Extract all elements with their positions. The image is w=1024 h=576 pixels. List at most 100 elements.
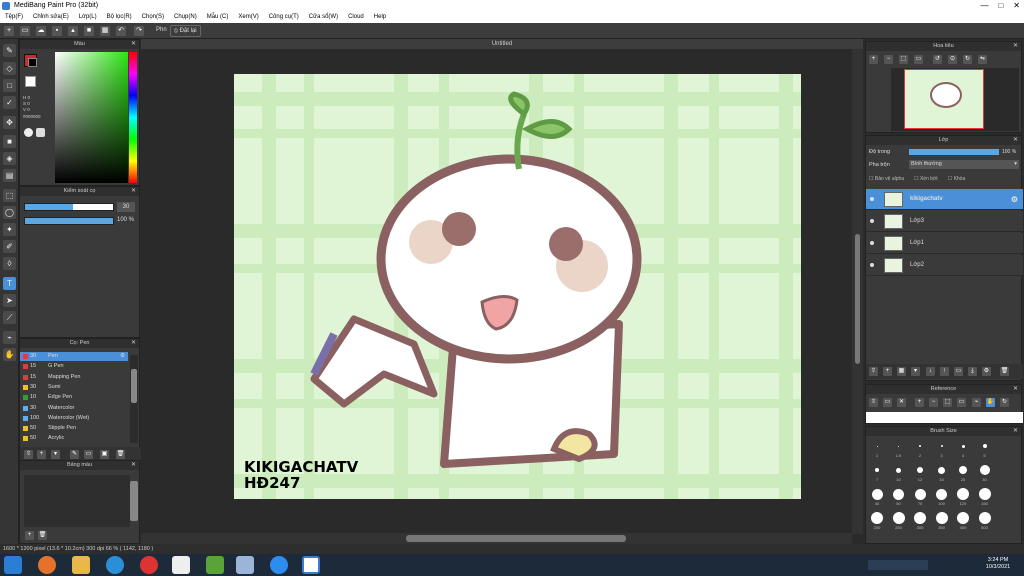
- layer-row[interactable]: Lớp3: [866, 211, 1023, 232]
- redo-icon[interactable]: ↷: [134, 26, 144, 36]
- ref-eyedropper-icon[interactable]: ⌁: [972, 398, 981, 407]
- layer-cloud-icon[interactable]: ⇧: [869, 367, 878, 376]
- ref-zoom-out-icon[interactable]: −: [929, 398, 938, 407]
- alpha-protect-checkbox[interactable]: ☐ Bảo vệ alpha: [869, 176, 904, 182]
- brush-size-dot[interactable]: [919, 445, 921, 447]
- ref-rotate-icon[interactable]: ↻: [1000, 398, 1009, 407]
- undo-icon[interactable]: ↶: [116, 26, 126, 36]
- opera-icon[interactable]: [140, 556, 158, 574]
- ref-cloud-icon[interactable]: ⇧: [869, 398, 878, 407]
- medibang-taskbar-icon[interactable]: [302, 556, 320, 574]
- hue-slider[interactable]: [129, 52, 137, 183]
- brush-size-dot[interactable]: [959, 466, 967, 474]
- clock[interactable]: 3:24 PM 10/3/2021: [978, 557, 1018, 571]
- menu-file[interactable]: Tệp(F): [5, 11, 23, 23]
- brush-cloud-icon[interactable]: ⇧: [24, 450, 33, 459]
- layer-menu-icon[interactable]: ▾: [911, 367, 920, 376]
- brush-opacity-slider[interactable]: [24, 217, 114, 225]
- brush-list-item[interactable]: 30 Sumi: [20, 383, 128, 392]
- menu-view[interactable]: Xem(V): [238, 11, 258, 23]
- divide-tool-icon[interactable]: ⟋: [3, 311, 16, 324]
- rotate-left-icon[interactable]: ↺: [933, 55, 942, 64]
- layer-trash-icon[interactable]: 🗑: [1000, 367, 1009, 376]
- open-icon[interactable]: ▭: [20, 26, 30, 36]
- navigator-preview[interactable]: [891, 68, 1019, 131]
- brush-size-dot[interactable]: [940, 445, 943, 447]
- menu-filter[interactable]: Bộ lọc(R): [107, 11, 132, 23]
- text-tool-icon[interactable]: T: [3, 277, 16, 290]
- firefox-icon[interactable]: [38, 556, 56, 574]
- brush-size-dot[interactable]: [875, 468, 879, 472]
- rotate-reset-icon[interactable]: ⊙: [948, 55, 957, 64]
- rotate-right-icon[interactable]: ↻: [963, 55, 972, 64]
- select-pen-tool-icon[interactable]: ✐: [3, 240, 16, 253]
- menu-template[interactable]: Mẫu (C): [207, 11, 229, 23]
- layer-add-halftone-icon[interactable]: ▦: [897, 367, 906, 376]
- layer-up-icon[interactable]: ↑: [940, 367, 949, 376]
- ref-actual-icon[interactable]: ▭: [957, 398, 966, 407]
- layer-row[interactable]: kikigachatv ⚙: [866, 189, 1023, 210]
- visibility-eye-icon[interactable]: [870, 241, 874, 245]
- grid-icon[interactable]: ▦: [100, 26, 110, 36]
- zoom-out-icon[interactable]: −: [884, 55, 893, 64]
- zalo-icon[interactable]: [270, 556, 288, 574]
- panel-close-icon[interactable]: ✕: [1013, 385, 1018, 394]
- edge-icon[interactable]: [106, 556, 124, 574]
- palette-add-icon[interactable]: +: [25, 531, 34, 540]
- app-icon-a[interactable]: [172, 556, 190, 574]
- brush-size-dot[interactable]: [935, 512, 948, 524]
- brush-duplicate-icon[interactable]: ▣: [100, 450, 109, 459]
- brush-list-scrollbar[interactable]: [130, 355, 138, 443]
- brush-size-dot[interactable]: [961, 444, 965, 448]
- layer-merge-icon[interactable]: ⤓: [968, 367, 977, 376]
- brush-size-dot[interactable]: [982, 444, 987, 448]
- horizontal-scrollbar[interactable]: [141, 533, 852, 544]
- marquee-tool-icon[interactable]: ⬚: [3, 189, 16, 202]
- menu-tools[interactable]: Công cụ(T): [269, 11, 299, 23]
- brush-size-dot[interactable]: [893, 488, 904, 500]
- gear-icon[interactable]: ⚙: [120, 352, 125, 361]
- export-icon[interactable]: ▴: [68, 26, 78, 36]
- layer-row[interactable]: Lớp1: [866, 233, 1023, 254]
- brush-list-item[interactable]: 15 G Pen: [20, 362, 128, 371]
- reset-button[interactable]: ⦸ Đặt lại: [170, 25, 201, 37]
- flip-icon[interactable]: ⇋: [978, 55, 987, 64]
- lock-checkbox[interactable]: ☐ Khóa: [948, 176, 966, 182]
- menu-select[interactable]: Chọn(S): [142, 11, 164, 23]
- brush-size-dot[interactable]: [978, 488, 991, 500]
- layer-row[interactable]: Lớp2: [866, 255, 1023, 276]
- brush-size-dot[interactable]: [938, 466, 945, 474]
- app-icon-b[interactable]: [206, 556, 224, 574]
- fill-icon[interactable]: ■: [84, 26, 94, 36]
- visibility-eye-icon[interactable]: [870, 197, 874, 201]
- move-tool-icon[interactable]: ✥: [3, 116, 16, 129]
- menu-cloud[interactable]: Cloud: [348, 11, 364, 23]
- brush-copy-icon[interactable]: ▭: [84, 450, 93, 459]
- layer-gear-icon[interactable]: ⚙: [1011, 195, 1018, 204]
- eraser-tool-icon[interactable]: ◇: [3, 62, 16, 75]
- menu-help[interactable]: Help: [374, 11, 386, 23]
- brush-list-item[interactable]: 50 Acrylic: [20, 434, 128, 443]
- visibility-eye-icon[interactable]: [870, 219, 874, 223]
- horizontal-scroll-thumb[interactable]: [406, 535, 626, 542]
- panel-close-icon[interactable]: ✕: [1013, 427, 1018, 436]
- visibility-eye-icon[interactable]: [870, 263, 874, 267]
- brush-size-dot[interactable]: [876, 445, 878, 447]
- brush-size-dot[interactable]: [898, 445, 899, 447]
- panel-close-icon[interactable]: ✕: [131, 187, 136, 196]
- tray-icons[interactable]: [868, 560, 928, 570]
- bucket-tool-icon[interactable]: ◈: [3, 152, 16, 165]
- brush-list-scroll-thumb[interactable]: [131, 369, 137, 403]
- select-eraser-tool-icon[interactable]: ◊: [3, 257, 16, 270]
- minimize-button[interactable]: —: [980, 0, 988, 11]
- drawing-canvas[interactable]: KIKIGACHATV HĐ247: [234, 74, 801, 499]
- palette-scroll-thumb[interactable]: [130, 481, 138, 521]
- file-explorer-icon[interactable]: [72, 556, 90, 574]
- brush-tool-icon[interactable]: ✎: [3, 44, 16, 57]
- brush-list-item[interactable]: 30 Pen ⚙: [20, 352, 128, 361]
- clipping-checkbox[interactable]: ☐ Xén bớt: [914, 176, 938, 182]
- brush-size-dot[interactable]: [914, 488, 926, 500]
- ref-fit-icon[interactable]: ⬚: [943, 398, 952, 407]
- vertical-scrollbar[interactable]: [852, 49, 863, 534]
- brush-size-dot[interactable]: [871, 512, 883, 524]
